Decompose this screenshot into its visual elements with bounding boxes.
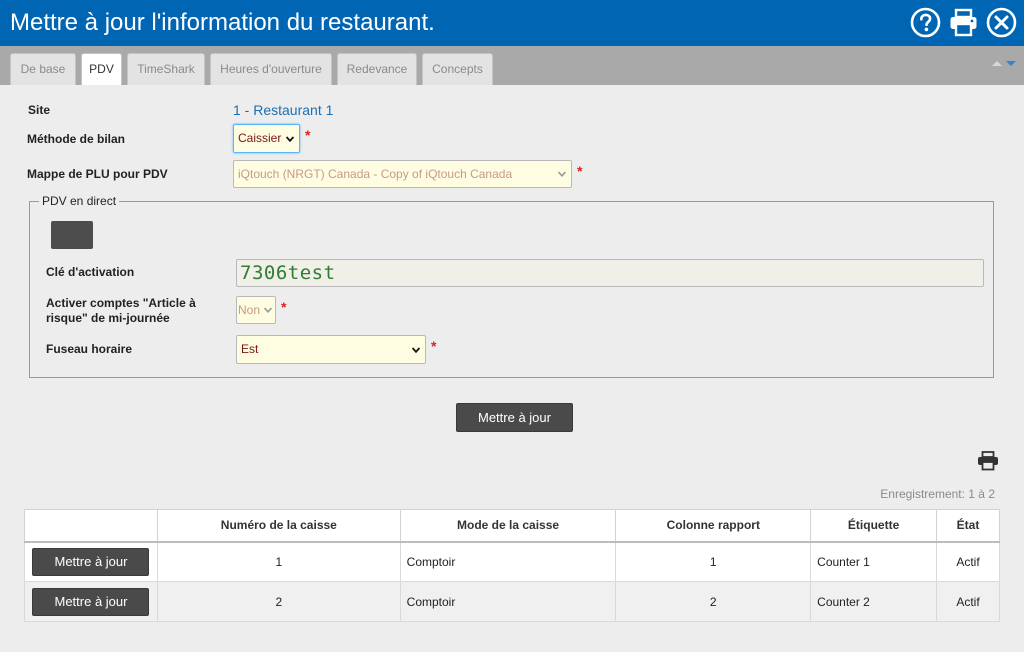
- label-cell: Counter 2: [810, 581, 938, 622]
- plu-select[interactable]: iQtouch (NRGT) Canada - Copy of iQtouch …: [233, 160, 572, 188]
- chevron-down-icon: [286, 135, 294, 142]
- register-table: Numéro de la caisse Mode de la caisse Co…: [24, 509, 1000, 622]
- update-button[interactable]: Mettre à jour: [456, 403, 573, 432]
- table-row: Mettre à jour 2 Comptoir 2 Counter 2 Act…: [24, 581, 1000, 622]
- tab-bar: De base PDV TimeShark Heures d'ouverture…: [0, 46, 1024, 86]
- tab-de-base[interactable]: De base: [10, 53, 76, 85]
- records-count: Enregistrement: 1 à 2: [880, 487, 995, 501]
- table-cell: Mettre à jour: [24, 581, 158, 622]
- print-icon[interactable]: [977, 451, 999, 471]
- plu-label: Mappe de PLU pour PDV: [27, 167, 168, 181]
- register-mode-cell: Comptoir: [399, 541, 617, 582]
- chevron-down-icon: [264, 307, 272, 313]
- live-pos-fieldset: [29, 201, 994, 378]
- risk-accounts-value: Non: [238, 303, 261, 317]
- report-column-cell: 1: [615, 541, 812, 582]
- risk-accounts-label: Activer comptes "Article à risque" de mi…: [46, 296, 196, 325]
- print-icon[interactable]: [948, 7, 979, 38]
- scroll-arrows-icon[interactable]: [990, 58, 1018, 68]
- register-mode-cell: Comptoir: [399, 581, 617, 622]
- help-icon[interactable]: [910, 7, 941, 38]
- live-pos-legend: PDV en direct: [39, 194, 120, 208]
- chevron-down-icon: [558, 171, 566, 177]
- method-label: Méthode de bilan: [27, 132, 126, 146]
- table-row: Mettre à jour 1 Comptoir 1 Counter 1 Act…: [24, 541, 1000, 582]
- table-header-row: Numéro de la caisse Mode de la caisse Co…: [24, 509, 1000, 543]
- tab-concepts[interactable]: Concepts: [422, 53, 493, 85]
- column-header: Colonne rapport: [615, 509, 812, 543]
- register-number-cell: 2: [156, 581, 401, 622]
- site-label: Site: [28, 103, 51, 117]
- tab-timeshark[interactable]: TimeShark: [127, 53, 205, 85]
- window-title: Mettre à jour l'information du restauran…: [10, 9, 435, 36]
- close-icon[interactable]: [986, 7, 1017, 38]
- site-value: 1 - Restaurant 1: [233, 102, 334, 118]
- pdv-panel: Site 1 - Restaurant 1 Méthode de bilan C…: [0, 85, 1024, 652]
- column-header: Mode de la caisse: [399, 509, 617, 543]
- timezone-select[interactable]: Est: [236, 335, 426, 364]
- row-update-button[interactable]: Mettre à jour: [32, 587, 150, 616]
- timezone-label: Fuseau horaire: [46, 342, 133, 356]
- risk-accounts-select[interactable]: Non: [236, 296, 276, 324]
- method-select[interactable]: Caissier: [233, 124, 300, 153]
- method-select-value: Caissier: [238, 131, 282, 145]
- tab-heures-ouverture[interactable]: Heures d'ouverture: [210, 53, 332, 85]
- label-cell: Counter 1: [810, 541, 938, 582]
- title-bar: Mettre à jour l'information du restauran…: [0, 0, 1024, 46]
- column-header: Numéro de la caisse: [156, 509, 401, 543]
- live-pos-toggle-button[interactable]: [51, 221, 93, 249]
- timezone-value: Est: [241, 342, 259, 356]
- activation-key-label: Clé d'activation: [46, 265, 135, 279]
- register-number-cell: 1: [156, 541, 401, 582]
- table-cell: Mettre à jour: [24, 541, 158, 582]
- plu-select-value: iQtouch (NRGT) Canada - Copy of iQtouch …: [238, 167, 513, 181]
- required-marker: *: [281, 299, 287, 315]
- column-header: État: [936, 509, 1000, 543]
- activation-key-input[interactable]: 7306test: [236, 259, 984, 287]
- tab-pdv[interactable]: PDV: [81, 53, 122, 86]
- required-marker: *: [305, 127, 311, 143]
- state-cell: Actif: [936, 541, 1000, 582]
- required-marker: *: [431, 338, 437, 354]
- tab-redevance[interactable]: Redevance: [337, 53, 417, 85]
- row-update-button[interactable]: Mettre à jour: [32, 547, 150, 576]
- state-cell: Actif: [936, 581, 1000, 622]
- column-header: [24, 509, 158, 543]
- chevron-down-icon: [412, 346, 420, 353]
- required-marker: *: [577, 163, 583, 179]
- report-column-cell: 2: [615, 581, 812, 622]
- column-header: Étiquette: [810, 509, 938, 543]
